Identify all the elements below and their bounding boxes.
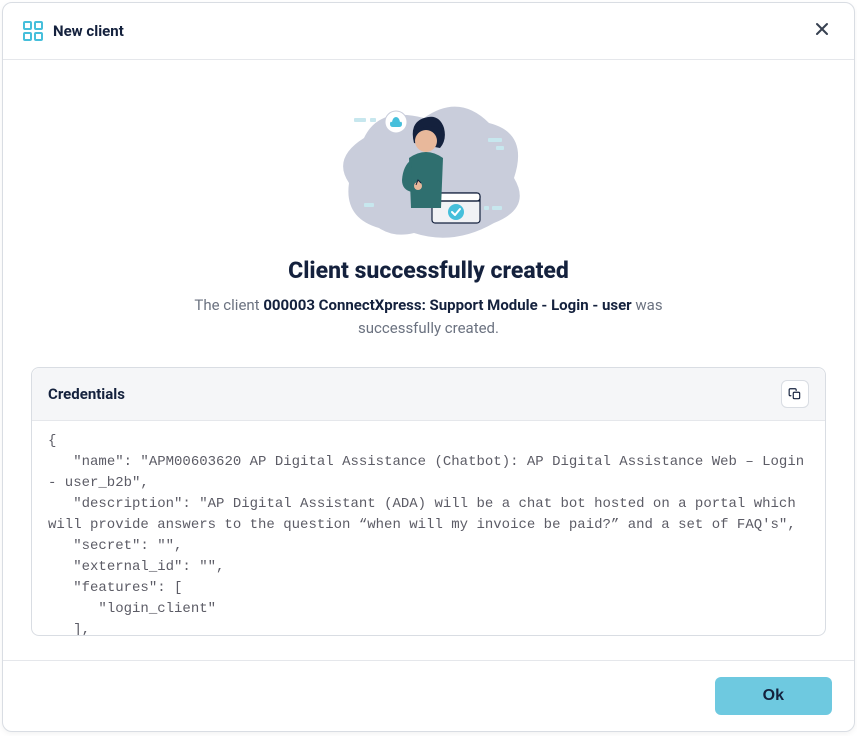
modal-footer: Ok [3,660,854,731]
ok-button[interactable]: Ok [715,677,832,715]
modal-header: New client [3,3,854,60]
credentials-title: Credentials [48,385,125,403]
success-desc-prefix: The client [194,296,263,314]
success-description: The client 000003 ConnectXpress: Support… [169,294,689,339]
close-icon [814,21,830,37]
credentials-json: { "name": "APM00603620 AP Digital Assist… [48,431,809,635]
modal-content: Client successfully created The client 0… [3,60,854,636]
success-client-name: 000003 ConnectXpress: Support Module - L… [263,296,631,314]
copy-icon [788,387,802,401]
close-button[interactable] [810,17,834,45]
success-illustration [324,88,534,243]
credentials-header: Credentials [32,368,825,421]
credentials-body[interactable]: { "name": "APM00603620 AP Digital Assist… [32,421,825,635]
success-title: Client successfully created [288,257,569,284]
new-client-modal: New client [2,2,855,732]
grid-icon [23,21,43,41]
copy-button[interactable] [781,380,809,408]
modal-title: New client [53,22,124,40]
credentials-panel: Credentials { "name": "APM00603620 AP Di… [31,367,826,636]
modal-header-left: New client [23,21,124,41]
